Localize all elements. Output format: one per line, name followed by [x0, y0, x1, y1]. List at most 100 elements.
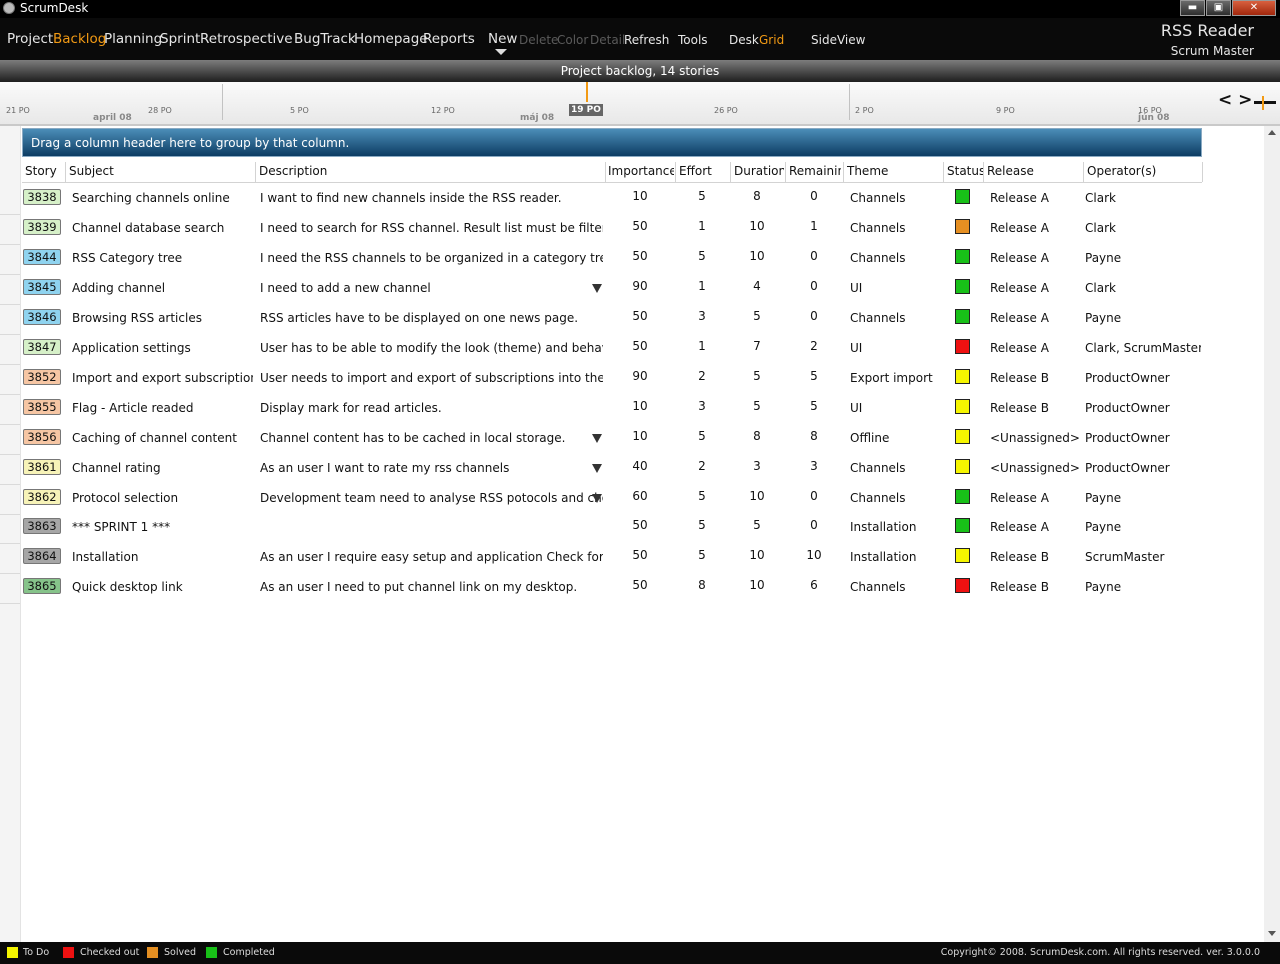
column-header-duration[interactable]: Duration — [734, 164, 784, 178]
status-swatch[interactable] — [955, 459, 970, 474]
status-swatch[interactable] — [955, 518, 970, 533]
row-selector[interactable] — [0, 214, 20, 215]
story-id-badge[interactable]: 3844 — [23, 249, 61, 265]
status-swatch[interactable] — [955, 369, 970, 384]
row-selector[interactable] — [0, 334, 20, 335]
story-id-badge[interactable]: 3865 — [23, 578, 61, 594]
row-selector[interactable] — [0, 394, 20, 395]
column-divider[interactable] — [785, 162, 786, 182]
timeline-nav-arrows-icon[interactable]: < > — [1218, 90, 1252, 110]
status-swatch[interactable] — [955, 189, 970, 204]
status-swatch[interactable] — [955, 249, 970, 264]
status-swatch[interactable] — [955, 279, 970, 294]
status-swatch[interactable] — [955, 578, 970, 593]
story-id-badge[interactable]: 3845 — [23, 279, 61, 295]
column-divider[interactable] — [605, 162, 606, 182]
zoom-slider-icon[interactable] — [1254, 101, 1276, 104]
menu-color[interactable]: Color — [557, 33, 588, 47]
menu-planning[interactable]: Planning — [104, 31, 162, 47]
status-swatch[interactable] — [955, 339, 970, 354]
column-header-effort[interactable]: Effort — [679, 164, 729, 178]
status-swatch[interactable] — [955, 219, 970, 234]
row-selector-strip[interactable] — [0, 126, 21, 942]
story-id-badge[interactable]: 3839 — [23, 219, 61, 235]
menu-refresh[interactable]: Refresh — [624, 33, 669, 47]
menu-sideview[interactable]: SideView — [811, 33, 865, 47]
row-selector[interactable] — [0, 573, 20, 574]
story-id-badge[interactable]: 3855 — [23, 399, 61, 415]
menu-retrospective[interactable]: Retrospective — [200, 31, 293, 47]
timeline[interactable]: 21 PO 28 PO 5 PO 12 PO 26 PO 2 PO 9 PO 1… — [0, 82, 1280, 126]
row-selector[interactable] — [0, 304, 20, 305]
column-header-operators[interactable]: Operator(s) — [1087, 164, 1201, 178]
status-swatch[interactable] — [955, 548, 970, 563]
scroll-down-icon[interactable] — [1268, 931, 1276, 936]
row-selector[interactable] — [0, 543, 20, 544]
column-header-subject[interactable]: Subject — [69, 164, 254, 178]
menu-backlog[interactable]: Backlog — [53, 31, 106, 47]
story-id-badge[interactable]: 3862 — [23, 489, 61, 505]
row-selector[interactable] — [0, 484, 20, 485]
story-id-badge[interactable]: 3847 — [23, 339, 61, 355]
story-operators: Payne — [1085, 580, 1122, 594]
column-header-status[interactable]: Status — [947, 164, 983, 178]
story-id-badge[interactable]: 3852 — [23, 369, 61, 385]
column-divider[interactable] — [983, 162, 984, 182]
row-selector[interactable] — [0, 364, 20, 365]
status-swatch[interactable] — [955, 429, 970, 444]
story-id-badge[interactable]: 3863 — [23, 518, 61, 534]
story-id-badge[interactable]: 3846 — [23, 309, 61, 325]
row-selector[interactable] — [0, 514, 20, 515]
description-dropdown-icon[interactable] — [592, 464, 602, 473]
column-divider[interactable] — [1202, 162, 1203, 182]
menu-new[interactable]: New — [488, 31, 517, 47]
column-header-importance[interactable]: Importance — [608, 164, 674, 178]
menu-tools[interactable]: Tools — [678, 33, 708, 47]
column-header-theme[interactable]: Theme — [847, 164, 942, 178]
column-divider[interactable] — [730, 162, 731, 182]
menu-desk[interactable]: Desk — [729, 33, 759, 47]
vertical-scrollbar[interactable] — [1264, 126, 1280, 942]
column-header-remaining[interactable]: Remainin — [789, 164, 841, 178]
menu-project[interactable]: Project — [7, 31, 53, 47]
description-dropdown-icon[interactable] — [592, 494, 602, 503]
story-id-badge[interactable]: 3864 — [23, 548, 61, 564]
column-divider[interactable] — [1083, 162, 1084, 182]
maximize-button[interactable]: ▣ — [1206, 0, 1231, 16]
row-selector[interactable] — [0, 274, 20, 275]
story-id-badge[interactable]: 3838 — [23, 189, 61, 205]
row-selector[interactable] — [0, 454, 20, 455]
column-divider[interactable] — [843, 162, 844, 182]
row-selector[interactable] — [0, 603, 20, 604]
minimize-button[interactable]: ▬ — [1180, 0, 1205, 16]
zoom-slider-thumb[interactable] — [1262, 96, 1264, 110]
description-dropdown-icon[interactable] — [592, 284, 602, 293]
new-dropdown-icon[interactable] — [495, 49, 507, 55]
menu-detail[interactable]: Detail — [590, 33, 625, 47]
description-dropdown-icon[interactable] — [592, 434, 602, 443]
status-swatch[interactable] — [955, 489, 970, 504]
column-divider[interactable] — [943, 162, 944, 182]
column-divider[interactable] — [65, 162, 66, 182]
group-by-panel[interactable]: Drag a column header here to group by th… — [22, 128, 1202, 157]
status-swatch[interactable] — [955, 309, 970, 324]
column-divider[interactable] — [675, 162, 676, 182]
row-selector[interactable] — [0, 424, 20, 425]
menu-bugtrack[interactable]: BugTrack — [294, 31, 356, 47]
status-swatch[interactable] — [955, 399, 970, 414]
story-theme: Channels — [850, 251, 906, 265]
close-button[interactable]: ✕ — [1232, 0, 1276, 16]
scroll-up-icon[interactable] — [1268, 130, 1276, 135]
column-header-release[interactable]: Release — [987, 164, 1082, 178]
menu-grid[interactable]: Grid — [759, 33, 784, 47]
column-header-description[interactable]: Description — [259, 164, 603, 178]
row-selector[interactable] — [0, 244, 20, 245]
menu-sprint[interactable]: Sprint — [160, 31, 200, 47]
column-header-story[interactable]: Story — [25, 164, 65, 178]
menu-delete[interactable]: Delete — [519, 33, 558, 47]
column-divider[interactable] — [255, 162, 256, 182]
story-id-badge[interactable]: 3856 — [23, 429, 61, 445]
story-id-badge[interactable]: 3861 — [23, 459, 61, 475]
menu-reports[interactable]: Reports — [423, 31, 475, 47]
menu-homepage[interactable]: Homepage — [354, 31, 428, 47]
